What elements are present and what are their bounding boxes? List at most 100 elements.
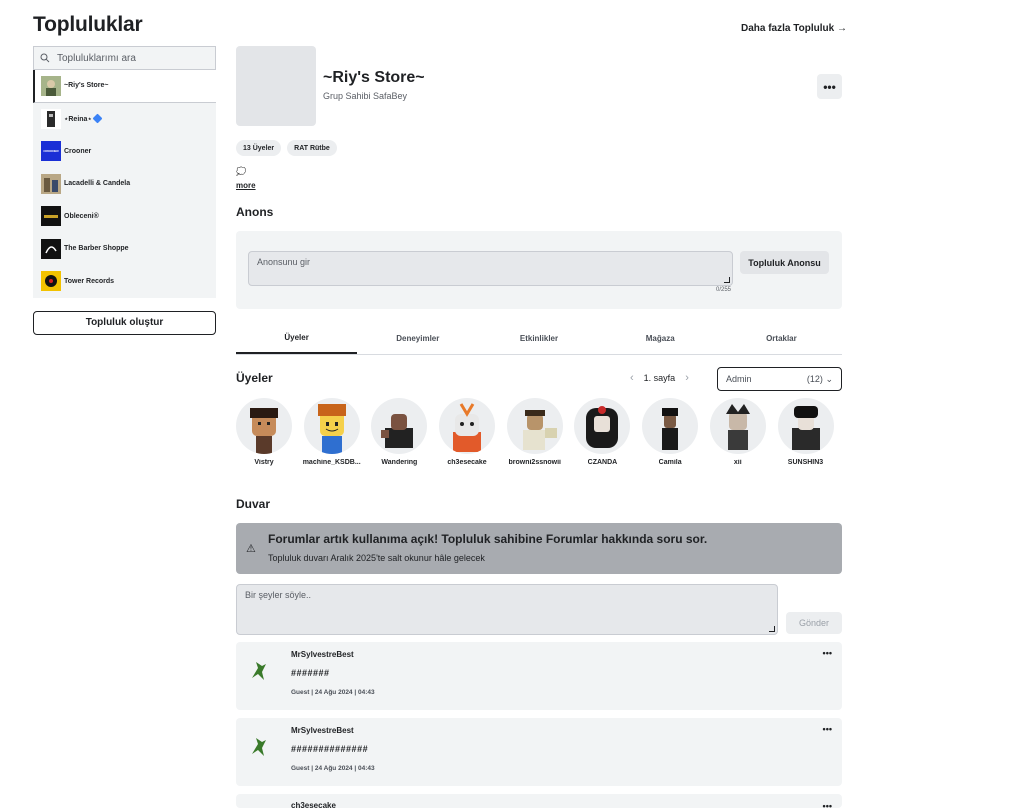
resize-handle-icon[interactable]	[769, 626, 775, 632]
page-title: Topluluklar	[33, 13, 143, 36]
sidebar-item-label: Obleceni®	[64, 212, 99, 220]
search-icon	[40, 53, 50, 63]
avatar	[371, 398, 428, 454]
community-thumbnail	[41, 271, 61, 292]
post-options-icon[interactable]: •••	[823, 648, 832, 658]
page-label: 1. sayfa	[643, 373, 676, 383]
resize-handle-icon[interactable]	[724, 277, 730, 283]
send-button[interactable]: Gönder	[786, 612, 842, 634]
member-card[interactable]: Vistry	[236, 398, 292, 466]
announcement-box: Anonsunu gir 0/255 Topluluk Anonsu	[236, 231, 842, 309]
avatar	[777, 398, 834, 454]
avatar	[574, 398, 631, 454]
create-community-button[interactable]: Topluluk oluştur	[33, 310, 216, 335]
announcement-title: Anons	[236, 205, 274, 219]
avatar	[709, 398, 766, 454]
avatar	[236, 398, 292, 454]
tab-events[interactable]: Etkinlikler	[478, 323, 599, 354]
member-card[interactable]: Camila	[642, 398, 699, 466]
sidebar: Topluluklarımı ara ~Riy's Store~ ⋆Reina⋆…	[33, 46, 216, 335]
member-card[interactable]: CZANDA	[574, 398, 631, 466]
group-options-button[interactable]: •••	[817, 74, 842, 99]
wall-input-placeholder: Bir şeyler söyle..	[245, 590, 312, 600]
banner-title: Forumlar artık kullanıma açık! Topluluk …	[268, 532, 708, 546]
tab-experiences[interactable]: Deneyimler	[357, 323, 478, 354]
group-description: 💭	[236, 167, 246, 176]
member-name: Wandering	[381, 459, 418, 466]
announcement-input[interactable]: Anonsunu gir	[248, 251, 733, 286]
tab-members[interactable]: Üyeler	[236, 323, 358, 354]
post-meta: Guest | 24 Ağu 2024 | 04:43	[291, 765, 375, 772]
community-thumbnail	[41, 173, 61, 194]
member-name: browni2ssnowii	[508, 459, 561, 466]
sidebar-item-crooner[interactable]: CROONER Crooner	[33, 135, 216, 168]
wall-title: Duvar	[236, 497, 271, 511]
sidebar-item-reina[interactable]: ⋆Reina⋆	[33, 103, 216, 136]
verified-badge-icon	[92, 113, 103, 124]
communities-page: Topluluklar Daha fazla Topluluk → Toplul…	[0, 0, 1032, 808]
member-name: xii	[733, 459, 742, 466]
member-card[interactable]: xii	[709, 398, 766, 466]
group-image	[236, 46, 316, 126]
sidebar-item-barber-shoppe[interactable]: The Barber Shoppe	[33, 233, 216, 266]
post-author[interactable]: ch3esecake	[291, 801, 336, 808]
group-tabs: Üyeler Deneyimler Etkinlikler Mağaza Ort…	[236, 323, 842, 355]
sidebar-item-obleceni[interactable]: Obleceni®	[33, 200, 216, 233]
post-author[interactable]: MrSylvestreBest	[291, 650, 354, 659]
members-title: Üyeler	[236, 371, 273, 385]
members-list: Vistry machine_KSDB... Wandering ch3esec…	[236, 398, 834, 466]
avatar	[252, 662, 266, 680]
announcement-button[interactable]: Topluluk Anonsu	[740, 251, 829, 274]
member-card[interactable]: Wandering	[371, 398, 428, 466]
wall-post-input[interactable]: Bir şeyler söyle..	[236, 584, 778, 635]
sidebar-item-label: Crooner	[64, 147, 92, 155]
more-communities-link[interactable]: Daha fazla Topluluk →	[741, 23, 847, 34]
role-select[interactable]: Admin (12) ⌄	[717, 367, 842, 391]
role-name: Admin	[726, 374, 752, 384]
sidebar-item-tower-records[interactable]: Tower Records	[33, 265, 216, 298]
sidebar-item-label: ~Riy's Store~	[64, 82, 109, 90]
tab-affiliates[interactable]: Ortaklar	[721, 323, 842, 354]
banner-subtitle: Topluluk duvarı Aralık 2025'te salt okun…	[268, 553, 485, 563]
announcement-placeholder: Anonsunu gir	[257, 257, 311, 267]
community-thumbnail	[41, 238, 61, 259]
sidebar-item-riys-store[interactable]: ~Riy's Store~	[33, 70, 216, 103]
post-author[interactable]: MrSylvestreBest	[291, 726, 354, 735]
avatar	[642, 398, 699, 454]
member-card[interactable]: SUNSHIN3	[777, 398, 834, 466]
member-card[interactable]: machine_KSDB...	[303, 398, 361, 466]
next-page-icon[interactable]: ›	[685, 372, 689, 384]
post-meta: Guest | 24 Ağu 2024 | 04:43	[291, 689, 375, 696]
members-pager: ‹ 1. sayfa ›	[630, 372, 689, 384]
community-thumbnail	[41, 75, 61, 96]
sidebar-item-label: Lacadelli & Candela	[64, 180, 131, 188]
community-thumbnail: CROONER	[41, 141, 61, 162]
community-thumbnail	[41, 206, 61, 227]
sidebar-item-label: The Barber Shoppe	[64, 245, 129, 253]
sidebar-item-label: ⋆Reina⋆	[64, 115, 92, 123]
prev-page-icon[interactable]: ‹	[630, 372, 634, 384]
post-options-icon[interactable]: •••	[823, 724, 832, 734]
community-search-input[interactable]: Topluluklarımı ara	[33, 46, 216, 70]
members-count-chip: 13 Üyeler	[236, 140, 282, 156]
group-name: ~Riy's Store~	[323, 69, 425, 86]
sidebar-item-label: Tower Records	[64, 277, 115, 285]
character-counter: 0/255	[716, 287, 732, 293]
member-card[interactable]: ch3esecake	[439, 398, 496, 466]
member-name: SUNSHIN3	[787, 459, 824, 466]
post-text: ##############	[291, 744, 369, 754]
wall-post: ch3esecake •••	[236, 794, 842, 808]
sidebar-item-lacadelli-candela[interactable]: Lacadelli & Candela	[33, 168, 216, 201]
post-options-icon[interactable]: •••	[823, 801, 832, 808]
wall-post: MrSylvestreBest ############## Guest | 2…	[236, 718, 842, 786]
member-name: CZANDA	[587, 459, 618, 466]
community-thumbnail	[41, 108, 61, 129]
tab-store[interactable]: Mağaza	[600, 323, 721, 354]
avatar	[252, 738, 266, 756]
member-name: ch3esecake	[447, 459, 487, 466]
member-card[interactable]: browni2ssnowii	[506, 398, 563, 466]
warning-icon: ⚠	[246, 543, 256, 555]
rank-chip: RAT Rütbe	[287, 140, 337, 156]
show-more-link[interactable]: more	[236, 181, 256, 190]
group-owner[interactable]: Grup Sahibi SafaBey	[323, 91, 407, 101]
